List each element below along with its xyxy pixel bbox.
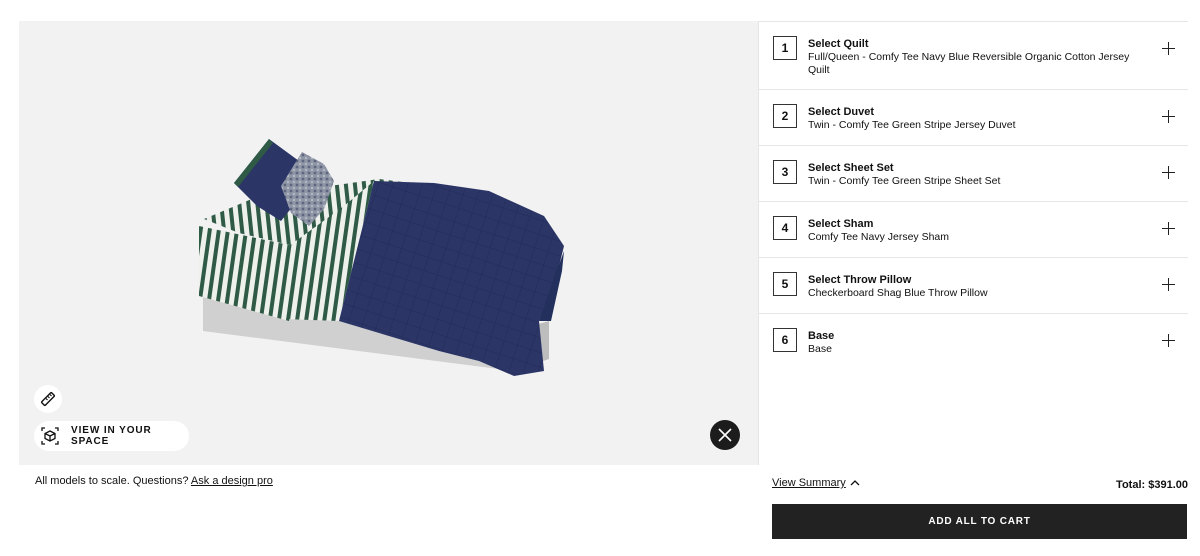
step-value: Comfy Tee Navy Jersey Sham — [808, 231, 950, 243]
step-title: Select Quilt — [808, 38, 869, 50]
chevron-up-icon — [850, 477, 860, 489]
configurator-steps: 1 Select Quilt Full/Queen - Comfy Tee Na… — [758, 21, 1188, 465]
ask-design-pro-link[interactable]: Ask a design pro — [191, 475, 273, 487]
step-value: Base — [808, 343, 832, 355]
step-title: Select Duvet — [808, 106, 875, 118]
step-value: Twin - Comfy Tee Green Stripe Jersey Duv… — [808, 119, 1016, 131]
step-title: Select Throw Pillow — [808, 274, 912, 286]
ruler-icon — [40, 391, 56, 407]
plus-icon[interactable] — [1162, 222, 1176, 236]
view-in-your-space-label: VIEW IN YOUR SPACE — [71, 425, 152, 447]
step-throw-pillow[interactable]: 5 Select Throw Pillow Checkerboard Shag … — [759, 258, 1188, 314]
step-value: Checkerboard Shag Blue Throw Pillow — [808, 287, 988, 299]
step-value: Twin - Comfy Tee Green Stripe Sheet Set — [808, 175, 1001, 187]
view-summary-label: View Summary — [772, 477, 846, 489]
scale-caption: All models to scale. Questions? Ask a de… — [35, 475, 273, 487]
plus-icon[interactable] — [1162, 334, 1176, 348]
step-number: 6 — [773, 328, 797, 352]
product-3d-viewer[interactable]: VIEW IN YOUR SPACE — [19, 21, 758, 465]
step-title: Select Sham — [808, 218, 874, 230]
plus-icon[interactable] — [1162, 278, 1176, 292]
plus-icon[interactable] — [1162, 110, 1176, 124]
step-number: 1 — [773, 36, 797, 60]
step-title: Base — [808, 330, 835, 342]
total-price: Total: $391.00 — [1116, 479, 1188, 491]
ar-cube-icon — [40, 426, 60, 446]
plus-icon[interactable] — [1162, 166, 1176, 180]
plus-icon[interactable] — [1162, 42, 1176, 56]
close-icon — [718, 428, 732, 442]
step-sheet-set[interactable]: 3 Select Sheet Set Twin - Comfy Tee Gree… — [759, 146, 1188, 202]
add-all-to-cart-button[interactable]: ADD ALL TO CART — [772, 504, 1187, 539]
view-summary-toggle[interactable]: View Summary — [772, 477, 860, 489]
step-sham[interactable]: 4 Select Sham Comfy Tee Navy Jersey Sham — [759, 202, 1188, 258]
step-number: 4 — [773, 216, 797, 240]
measure-button[interactable] — [34, 385, 62, 413]
view-in-your-space-button[interactable]: VIEW IN YOUR SPACE — [34, 421, 189, 451]
step-duvet[interactable]: 2 Select Duvet Twin - Comfy Tee Green St… — [759, 90, 1188, 146]
step-number: 5 — [773, 272, 797, 296]
step-base[interactable]: 6 Base Base — [759, 314, 1188, 370]
bed-3d-model[interactable] — [19, 21, 758, 465]
step-quilt[interactable]: 1 Select Quilt Full/Queen - Comfy Tee Na… — [759, 22, 1188, 90]
step-number: 3 — [773, 160, 797, 184]
step-number: 2 — [773, 104, 797, 128]
step-value: Full/Queen - Comfy Tee Navy Blue Reversi… — [808, 51, 1130, 76]
caption-text: All models to scale. Questions? — [35, 475, 189, 487]
close-viewer-button[interactable] — [710, 420, 740, 450]
step-title: Select Sheet Set — [808, 162, 894, 174]
